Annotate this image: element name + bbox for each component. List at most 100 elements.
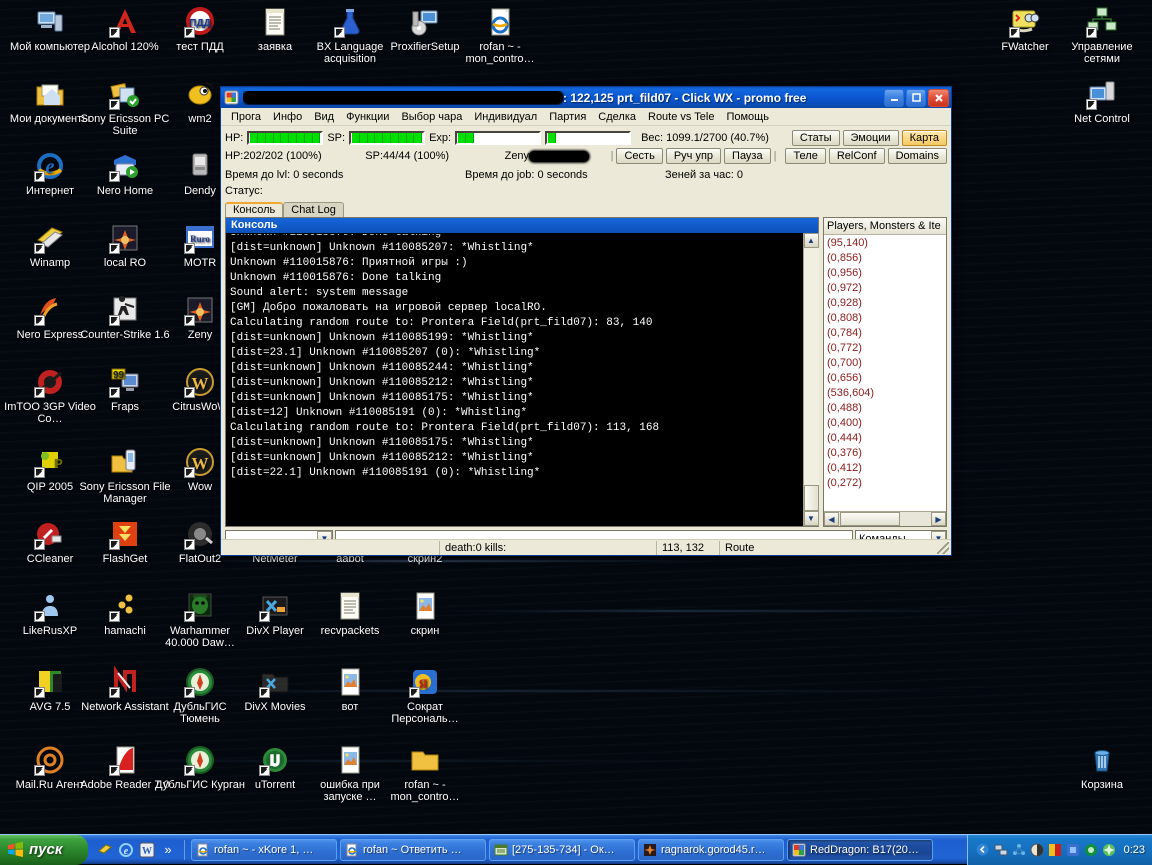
button-relconf[interactable]: RelConf [828,148,885,164]
xkore-window[interactable]: : 122,125 prt_fild07 - Click WX - promo … [220,86,952,556]
quick-launch-bar[interactable]: e W » [88,842,182,858]
minimize-button[interactable] [884,88,904,107]
button-domains[interactable]: Domains [887,148,947,164]
entity-list-item[interactable]: (0,856) [827,251,943,266]
menu-item-9[interactable]: Помощь [720,110,775,124]
winamp-quicklaunch-icon[interactable] [97,842,113,858]
desktop-icon-rofan-folder[interactable]: rofan ~ - mon_contro… [379,744,471,803]
desktop-icon-internet-document[interactable]: rofan ~ - mon_contro… [454,6,546,65]
tab-chat-log[interactable]: Chat Log [283,202,344,217]
entity-list-item[interactable]: (536,604) [827,386,943,401]
entity-list-horizontal-scrollbar[interactable]: ◀ ▶ [824,511,946,526]
system-tray[interactable]: 0:23 [966,834,1152,865]
entity-list-item[interactable]: (0,656) [827,371,943,386]
taskbar-task-2[interactable]: [275-135-734] - Ок… [489,838,635,861]
start-button[interactable]: пуск [0,834,88,865]
mailru-tray-icon[interactable] [1084,843,1098,857]
mid-left-button-row[interactable]: Сесть Руч упр Пауза [616,148,771,164]
entity-list-item[interactable]: (0,972) [827,281,943,296]
entity-list-item[interactable]: (95,140) [827,236,943,251]
entity-list-item[interactable]: (0,400) [827,416,943,431]
menu-item-8[interactable]: Route vs Tele [642,110,720,124]
hscroll-thumb[interactable] [840,512,900,526]
entity-list-item[interactable]: (0,376) [827,446,943,461]
close-button[interactable] [928,88,949,107]
button-пауза[interactable]: Пауза [724,148,771,164]
volume-icon[interactable] [1030,843,1044,857]
entity-list-item[interactable]: (0,772) [827,341,943,356]
task-list[interactable]: rofan ~ - xKore 1, … rofan ~ Ответить … [2… [187,838,967,861]
button-карта[interactable]: Карта [901,129,947,146]
menu-item-2[interactable]: Вид [308,110,340,124]
menu-item-3[interactable]: Функции [340,110,395,124]
menu-item-6[interactable]: Партия [543,110,592,124]
vot-image-icon [334,666,366,698]
console-line: Sound alert: system message [230,287,409,299]
menu-item-1[interactable]: Инфо [267,110,308,124]
taskbar-task-0[interactable]: rofan ~ - xKore 1, … [191,838,337,861]
entity-list-item[interactable]: (0,488) [827,401,943,416]
button-руч-упр[interactable]: Руч упр [665,148,722,164]
sony-ericsson-pc-suite-icon [109,78,141,110]
shortcut-arrow-icon [34,765,45,776]
scroll-left-arrow[interactable]: ◀ [824,512,839,526]
entity-list-item[interactable]: (0,272) [827,476,943,491]
scroll-down-arrow[interactable]: ▼ [803,511,819,526]
button-статы[interactable]: Статы [791,129,840,146]
network-icon[interactable] [994,843,1008,857]
tab-bar[interactable]: Консоль Chat Log [221,200,951,217]
resize-grip[interactable] [937,541,949,554]
console-output[interactable]: Unknown #110015876: Done talking[dist=un… [226,233,803,526]
top-button-row[interactable]: Статы Эмоции Карта [791,129,947,146]
menu-item-5[interactable]: Индивидуал [468,110,543,124]
entity-list-item[interactable]: (0,700) [827,356,943,371]
menu-bar[interactable]: Прога Инфо Вид Функции Выбор чара Индивидуал П… [221,108,951,126]
tab-консоль[interactable]: Консоль [225,202,284,217]
desktop-icon-network-management[interactable]: Управление сетями [1056,6,1148,65]
window-title-bar[interactable]: : 122,125 prt_fild07 - Click WX - promo … [221,87,951,108]
svg-text:e: e [124,846,129,857]
scroll-thumb[interactable] [803,485,819,511]
button-теле[interactable]: Теле [785,148,826,164]
scroll-up-arrow[interactable]: ▲ [803,233,819,248]
ie-quicklaunch-icon[interactable]: e [118,842,134,858]
desktop-icon-recycle-bin[interactable]: Корзина [1056,744,1148,791]
nod-tray-icon[interactable] [1102,843,1116,857]
menu-item-4[interactable]: Выбор чара [395,110,468,124]
taskbar-task-1[interactable]: rofan ~ Ответить … [340,838,486,861]
avg-tray-icon[interactable] [1048,843,1062,857]
desktop-icon-screenshot[interactable]: скрин [379,590,471,637]
button-эмоции[interactable]: Эмоции [842,129,899,146]
desktop-icon-net-control[interactable]: Net Control [1056,78,1148,125]
entity-list-item[interactable]: (0,808) [827,311,943,326]
menu-item-0[interactable]: Прога [225,110,267,124]
more-chevron-icon[interactable]: » [160,842,176,858]
entity-list-item[interactable]: (0,444) [827,431,943,446]
taskbar[interactable]: пуск e W » rofan ~ - xKore 1, … rofan ~ Отв… [0,834,1152,865]
entity-list-item[interactable]: (0,928) [827,296,943,311]
maximize-button[interactable] [906,88,926,107]
entity-list[interactable]: (95,140) (0,856) (0,956) (0,972) (0,928) (0,8… [824,235,946,511]
window-controls[interactable] [884,88,949,107]
console-line: Unknown #110015876: Done talking [230,272,442,284]
word-quicklaunch-icon[interactable]: W [139,842,155,858]
taskbar-task-3[interactable]: ragnarok.gorod45.r… [638,838,784,861]
hamachi-icon [109,590,141,622]
notepad-document-icon [259,6,291,38]
scroll-right-arrow[interactable]: ▶ [931,512,946,526]
hamachi-tray-icon[interactable] [1012,843,1026,857]
shortcut-arrow-icon [34,171,45,182]
mid-right-button-row[interactable]: Теле RelConf Domains [785,148,947,164]
entity-list-item[interactable]: (0,412) [827,461,943,476]
taskbar-task-4[interactable]: RedDragon: B17(20… [787,838,933,861]
entity-list-item[interactable]: (0,784) [827,326,943,341]
scroll-track[interactable] [803,248,819,485]
qip-tray-icon[interactable] [1066,843,1080,857]
console-vertical-scrollbar[interactable]: ▲ ▼ [803,233,819,526]
show-hidden-icons-chevron-icon[interactable] [976,843,990,857]
button-сесть[interactable]: Сесть [616,148,663,164]
desktop-icon-socrat[interactable]: Я Сократ Персональ… [379,666,471,725]
entity-list-item[interactable]: (0,956) [827,266,943,281]
clock[interactable]: 0:23 [1124,844,1145,856]
menu-item-7[interactable]: Сделка [592,110,642,124]
